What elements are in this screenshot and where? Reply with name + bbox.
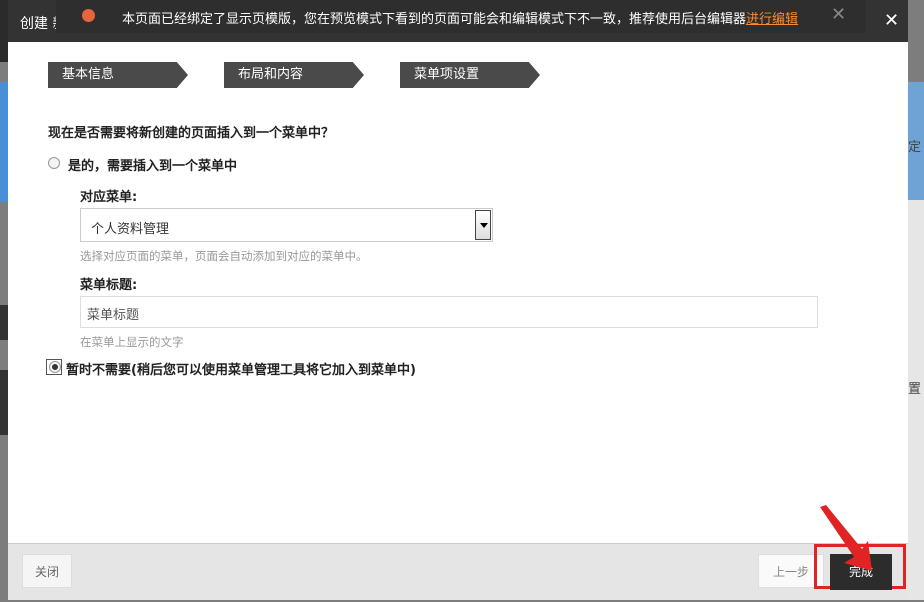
- pointer-arrow-icon: [820, 505, 872, 571]
- menu-help-text: 选择对应页面的菜单，页面会自动添加到对应的菜单中。: [80, 249, 368, 263]
- background-sidebar-fragment: [0, 305, 8, 340]
- insert-menu-label[interactable]: 是的，需要插入到一个菜单中: [68, 155, 237, 174]
- background-panel-right: [906, 200, 924, 600]
- step-menu-settings[interactable]: 菜单项设置: [400, 62, 540, 88]
- menu-select-value: 个人资料管理: [91, 222, 170, 237]
- create-page-modal: 创建 新 页 面 ✕ 本页面已经绑定了显示页模版，您在预览模式下看到的页面可能会…: [8, 0, 908, 600]
- warning-dot-icon: [82, 9, 95, 22]
- menu-select[interactable]: 个人资料管理: [80, 208, 493, 242]
- chevron-down-icon[interactable]: [475, 210, 491, 240]
- insert-menu-radio[interactable]: [48, 157, 60, 169]
- close-button[interactable]: 关闭: [22, 554, 72, 588]
- skip-menu-label[interactable]: 暂时不需要(稍后您可以使用菜单管理工具将它加入到菜单中): [66, 359, 416, 378]
- edit-link[interactable]: 进行编辑: [746, 12, 798, 27]
- skip-menu-radio[interactable]: [49, 361, 61, 373]
- menu-title-label: 菜单标题:: [80, 278, 138, 293]
- skip-menu-radio-focus: [46, 359, 62, 375]
- menu-title-input[interactable]: 菜单标题: [80, 296, 818, 328]
- background-text-fragment: 定: [908, 140, 922, 155]
- menu-question: 现在是否需要将新创建的页面插入到一个菜单中？: [48, 126, 335, 141]
- notice-text: 本页面已经绑定了显示页模版，您在预览模式下看到的页面可能会和编辑模式下不一致，推…: [122, 8, 798, 27]
- background-text-fragment: 置: [908, 382, 922, 397]
- background-sidebar-fragment: [0, 370, 8, 435]
- notice-message: 本页面已经绑定了显示页模版，您在预览模式下看到的页面可能会和编辑模式下不一致，推…: [122, 12, 747, 27]
- step-layout-content[interactable]: 布局和内容: [224, 62, 364, 88]
- step-basic-info[interactable]: 基本信息: [48, 62, 188, 88]
- modal-footer: 关闭 上一步 完成: [8, 543, 908, 600]
- background-banner-left: [0, 82, 8, 202]
- menu-select-label: 对应菜单:: [80, 190, 138, 205]
- background-header-fragment: [0, 0, 8, 62]
- template-notice-bar: 本页面已经绑定了显示页模版，您在预览模式下看到的页面可能会和编辑模式下不一致，推…: [56, 0, 866, 33]
- close-icon[interactable]: ✕: [884, 10, 899, 31]
- notice-close-icon[interactable]: ✕: [831, 4, 846, 25]
- menu-title-help-text: 在菜单上显示的文字: [80, 335, 184, 349]
